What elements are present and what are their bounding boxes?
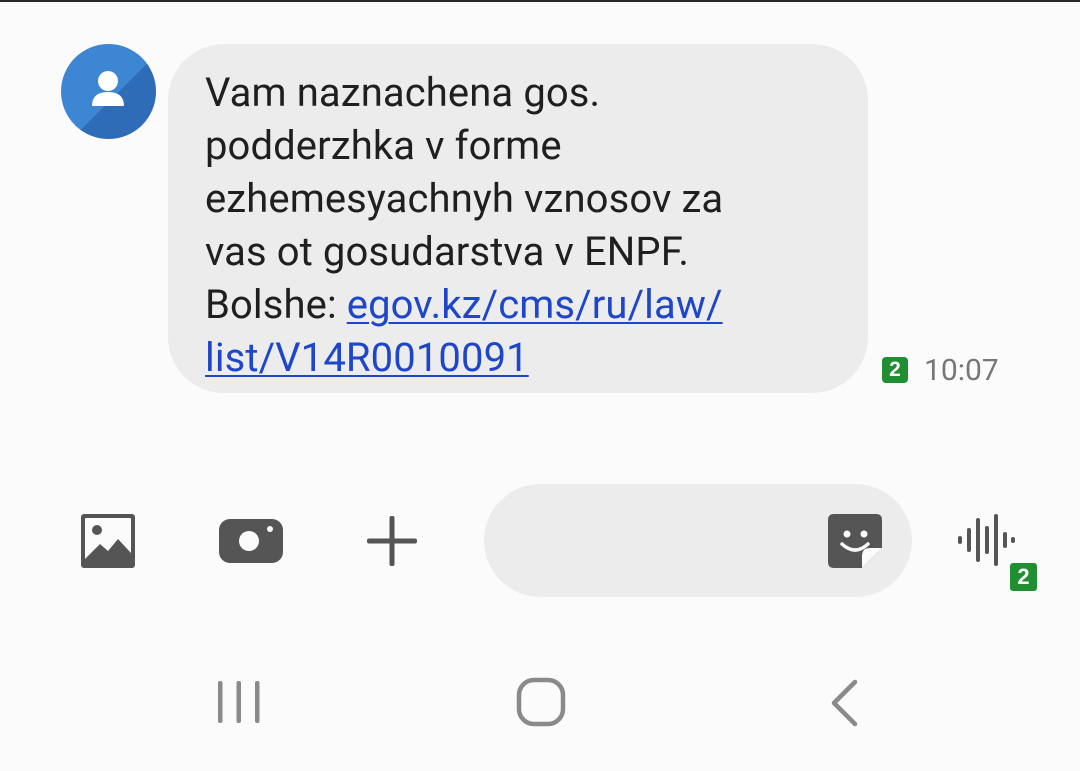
back-icon	[831, 679, 858, 727]
message-input[interactable]	[524, 514, 848, 568]
message-bubble[interactable]: Vam naznachena gos. podderzhka v forme e…	[168, 44, 868, 393]
more-prefix: Bolshe:	[205, 281, 347, 328]
message-time: 10:07	[924, 352, 999, 388]
message-line: vas ot gosudarstva v ENPF.	[205, 228, 690, 275]
voice-record-button[interactable]	[956, 512, 1016, 572]
message-link-continued[interactable]: list/V14R0010091	[205, 334, 529, 381]
camera-button[interactable]	[219, 517, 283, 569]
top-edge-line	[0, 0, 1080, 2]
nav-back-button[interactable]	[828, 679, 862, 731]
gallery-button[interactable]	[80, 513, 136, 573]
person-icon	[92, 71, 124, 106]
nav-recents-button[interactable]	[216, 679, 262, 729]
sticker-icon	[828, 514, 882, 568]
image-icon	[81, 514, 135, 568]
voice-sim-badge: 2	[1010, 563, 1037, 591]
sticker-button[interactable]	[826, 512, 884, 574]
message-line: podderzhka v forme	[205, 122, 562, 169]
voice-wave-icon	[958, 514, 1015, 566]
contact-avatar[interactable]	[61, 44, 156, 139]
home-icon	[516, 677, 566, 727]
sim-badge: 2	[882, 357, 908, 383]
plus-icon	[367, 516, 417, 566]
nav-home-button[interactable]	[516, 677, 566, 731]
message-link[interactable]: egov.kz/cms/ru/law/	[347, 281, 723, 328]
message-line: Vam naznachena gos.	[205, 69, 601, 116]
message-text: Vam naznachena gos. podderzhka v forme e…	[205, 66, 838, 384]
message-meta: 2 10:07	[882, 350, 999, 390]
recents-icon	[218, 681, 260, 723]
message-input-container[interactable]	[484, 484, 912, 597]
message-line: ezhemesyachnyh vznosov za	[205, 175, 724, 222]
camera-icon	[219, 519, 283, 563]
attach-button[interactable]	[365, 514, 419, 572]
